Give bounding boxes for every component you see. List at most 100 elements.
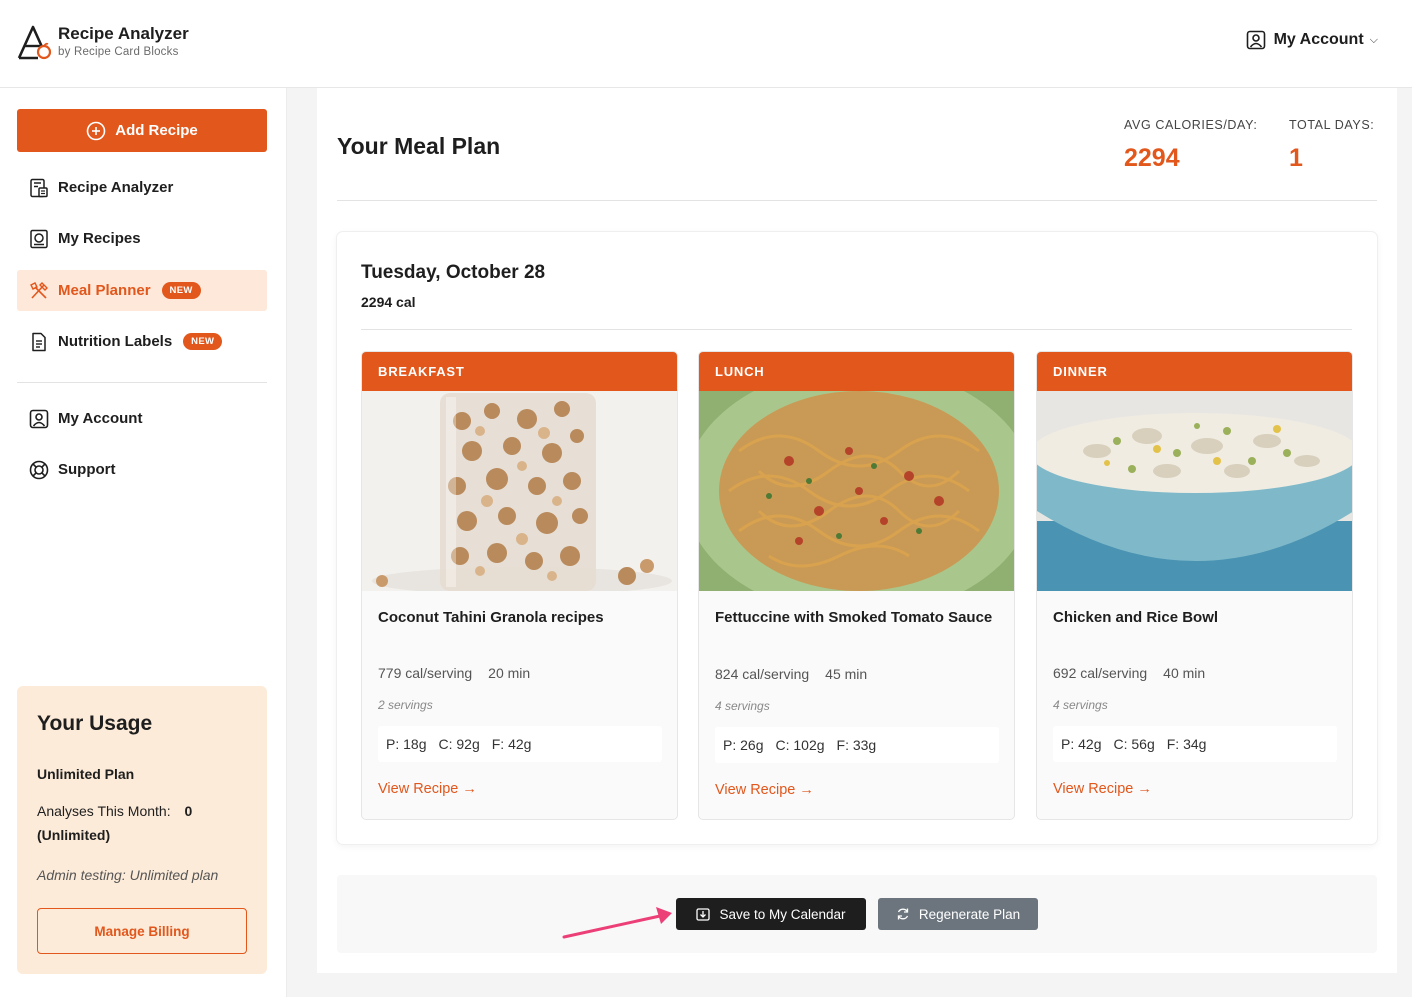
sidebar-item-my-account[interactable]: My Account xyxy=(17,398,267,439)
new-badge: NEW xyxy=(161,282,201,299)
day-calories: 2294 cal xyxy=(361,294,416,310)
meal-image xyxy=(1037,391,1352,591)
meal-servings: 4 servings xyxy=(715,699,770,713)
day-divider xyxy=(361,329,1352,330)
stat-label: AVG CALORIES/DAY: xyxy=(1124,118,1258,132)
sidebar-item-label: Recipe Analyzer xyxy=(58,179,174,196)
sidebar-item-label: Nutrition Labels xyxy=(58,333,173,350)
usage-analyses: Analyses This Month: 0 (Unlimited) xyxy=(37,799,247,847)
recipe-analyzer-logo xyxy=(17,25,52,60)
regenerate-plan-button[interactable]: Regenerate Plan xyxy=(878,898,1038,930)
stat-value: 2294 xyxy=(1124,144,1180,172)
top-header: Recipe Analyzer by Recipe Card Blocks My… xyxy=(0,0,1412,88)
meal-type-label: BREAKFAST xyxy=(362,352,677,391)
meal-macros: P: 18g C: 92g F: 42g xyxy=(378,726,662,762)
meal-meta: 824 cal/serving 45 min xyxy=(715,666,867,682)
sidebar-item-support[interactable]: Support xyxy=(17,449,267,490)
macro-protein: P: 42g xyxy=(1061,736,1102,752)
macro-fat: F: 42g xyxy=(491,736,532,752)
meal-macros: P: 26g C: 102g F: 33g xyxy=(715,727,999,763)
macro-carbs: C: 102g xyxy=(775,737,825,753)
view-recipe-link[interactable]: View Recipe → xyxy=(715,782,814,798)
meal-time: 20 min xyxy=(488,665,531,681)
sidebar: Add Recipe Recipe Analyzer My Recipes Me… xyxy=(0,88,287,997)
save-to-calendar-button[interactable]: Save to My Calendar xyxy=(676,898,866,930)
stat-value: 1 xyxy=(1289,144,1303,172)
meal-card-lunch: LUNCH Fettuccine with Smoked Tomato Sauc… xyxy=(698,351,1015,820)
chevron-down-icon: ⌵ xyxy=(1369,33,1378,46)
sidebar-divider xyxy=(17,382,267,383)
meal-card-breakfast: BREAKFAST Coconut Tahini Granola recipes… xyxy=(361,351,678,820)
new-badge: NEW xyxy=(183,333,223,350)
meal-calories: 824 cal/serving xyxy=(715,666,810,682)
sidebar-item-nutrition-labels[interactable]: Nutrition Labels NEW xyxy=(17,321,267,362)
document-icon xyxy=(32,332,46,351)
sidebar-item-label: My Account xyxy=(58,410,143,427)
macro-protein: P: 26g xyxy=(723,737,764,753)
stat-label: TOTAL DAYS: xyxy=(1289,118,1375,132)
sidebar-item-label: Support xyxy=(58,461,116,478)
sidebar-item-meal-planner[interactable]: Meal Planner NEW xyxy=(17,270,267,311)
brand-title: Recipe Analyzer xyxy=(58,24,189,43)
meal-type-label: LUNCH xyxy=(699,352,1014,391)
meal-name: Fettuccine with Smoked Tomato Sauce xyxy=(715,609,993,626)
meal-calories: 779 cal/serving xyxy=(378,665,473,681)
annotation-arrow-icon xyxy=(562,907,672,939)
manage-billing-button[interactable]: Manage Billing xyxy=(37,908,247,954)
meal-card-dinner: DINNER Chicken and Rice Bowl 692 cal/ser… xyxy=(1036,351,1353,820)
meal-meta: 692 cal/serving 40 min xyxy=(1053,665,1205,681)
analyses-note: (Unlimited) xyxy=(37,827,111,843)
day-title: Tuesday, October 28 xyxy=(361,262,546,283)
usage-panel: Your Usage Unlimited Plan Analyses This … xyxy=(17,686,267,974)
add-recipe-button[interactable]: Add Recipe xyxy=(17,109,267,152)
add-recipe-label: Add Recipe xyxy=(115,122,198,139)
macro-fat: F: 34g xyxy=(1166,736,1207,752)
save-to-calendar-label: Save to My Calendar xyxy=(719,906,846,922)
sidebar-item-label: My Recipes xyxy=(58,230,141,247)
meal-image xyxy=(362,391,677,591)
day-card: Tuesday, October 28 2294 cal BREAKFAST C… xyxy=(337,232,1377,844)
macro-fat: F: 33g xyxy=(836,737,877,753)
header-divider xyxy=(337,200,1377,201)
meal-plan-panel: Your Meal Plan AVG CALORIES/DAY: 2294 TO… xyxy=(317,88,1397,973)
user-square-icon xyxy=(1246,30,1265,50)
view-recipe-link[interactable]: View Recipe → xyxy=(1053,781,1152,797)
stat-total-days: TOTAL DAYS: 1 xyxy=(1289,118,1374,173)
meal-calories: 692 cal/serving xyxy=(1053,665,1148,681)
recipe-book-icon xyxy=(30,229,48,248)
user-square-icon xyxy=(29,409,49,428)
plus-circle-icon xyxy=(86,121,106,140)
calculator-icon xyxy=(30,178,48,197)
sidebar-item-recipe-analyzer[interactable]: Recipe Analyzer xyxy=(17,167,267,208)
meal-name: Chicken and Rice Bowl xyxy=(1053,609,1219,626)
meal-time: 40 min xyxy=(1163,665,1206,681)
calendar-download-icon xyxy=(696,908,711,921)
meal-servings: 4 servings xyxy=(1053,698,1108,712)
usage-title: Your Usage xyxy=(37,712,153,735)
admin-note: Admin testing: Unlimited plan xyxy=(37,867,219,883)
meal-meta: 779 cal/serving 20 min xyxy=(378,665,530,681)
account-menu-button[interactable]: My Account ⌵ xyxy=(1246,30,1378,50)
refresh-icon xyxy=(897,908,908,920)
meal-name: Coconut Tahini Granola recipes xyxy=(378,609,604,626)
meal-time: 45 min xyxy=(825,666,868,682)
view-recipe-link[interactable]: View Recipe → xyxy=(378,781,477,797)
lifebuoy-icon xyxy=(29,460,49,479)
analyses-label: Analyses This Month: xyxy=(37,803,171,819)
stat-avg-calories: AVG CALORIES/DAY: 2294 xyxy=(1124,118,1257,173)
regenerate-plan-label: Regenerate Plan xyxy=(918,906,1021,922)
usage-plan: Unlimited Plan xyxy=(37,766,135,782)
sidebar-item-label: Meal Planner xyxy=(58,282,151,299)
sidebar-item-my-recipes[interactable]: My Recipes xyxy=(17,218,267,259)
utensils-cross-icon xyxy=(30,281,48,299)
macro-protein: P: 18g xyxy=(386,736,427,752)
page-title: Your Meal Plan xyxy=(337,133,501,159)
meal-image xyxy=(699,391,1014,591)
analyses-value: 0 xyxy=(184,803,193,819)
macro-carbs: C: 92g xyxy=(438,736,480,752)
meal-type-label: DINNER xyxy=(1037,352,1352,391)
account-menu-label: My Account xyxy=(1273,31,1364,48)
brand-subtitle: by Recipe Card Blocks xyxy=(58,46,179,58)
macro-carbs: C: 56g xyxy=(1113,736,1155,752)
plan-actions-bar: Save to My Calendar Regenerate Plan xyxy=(337,875,1377,953)
